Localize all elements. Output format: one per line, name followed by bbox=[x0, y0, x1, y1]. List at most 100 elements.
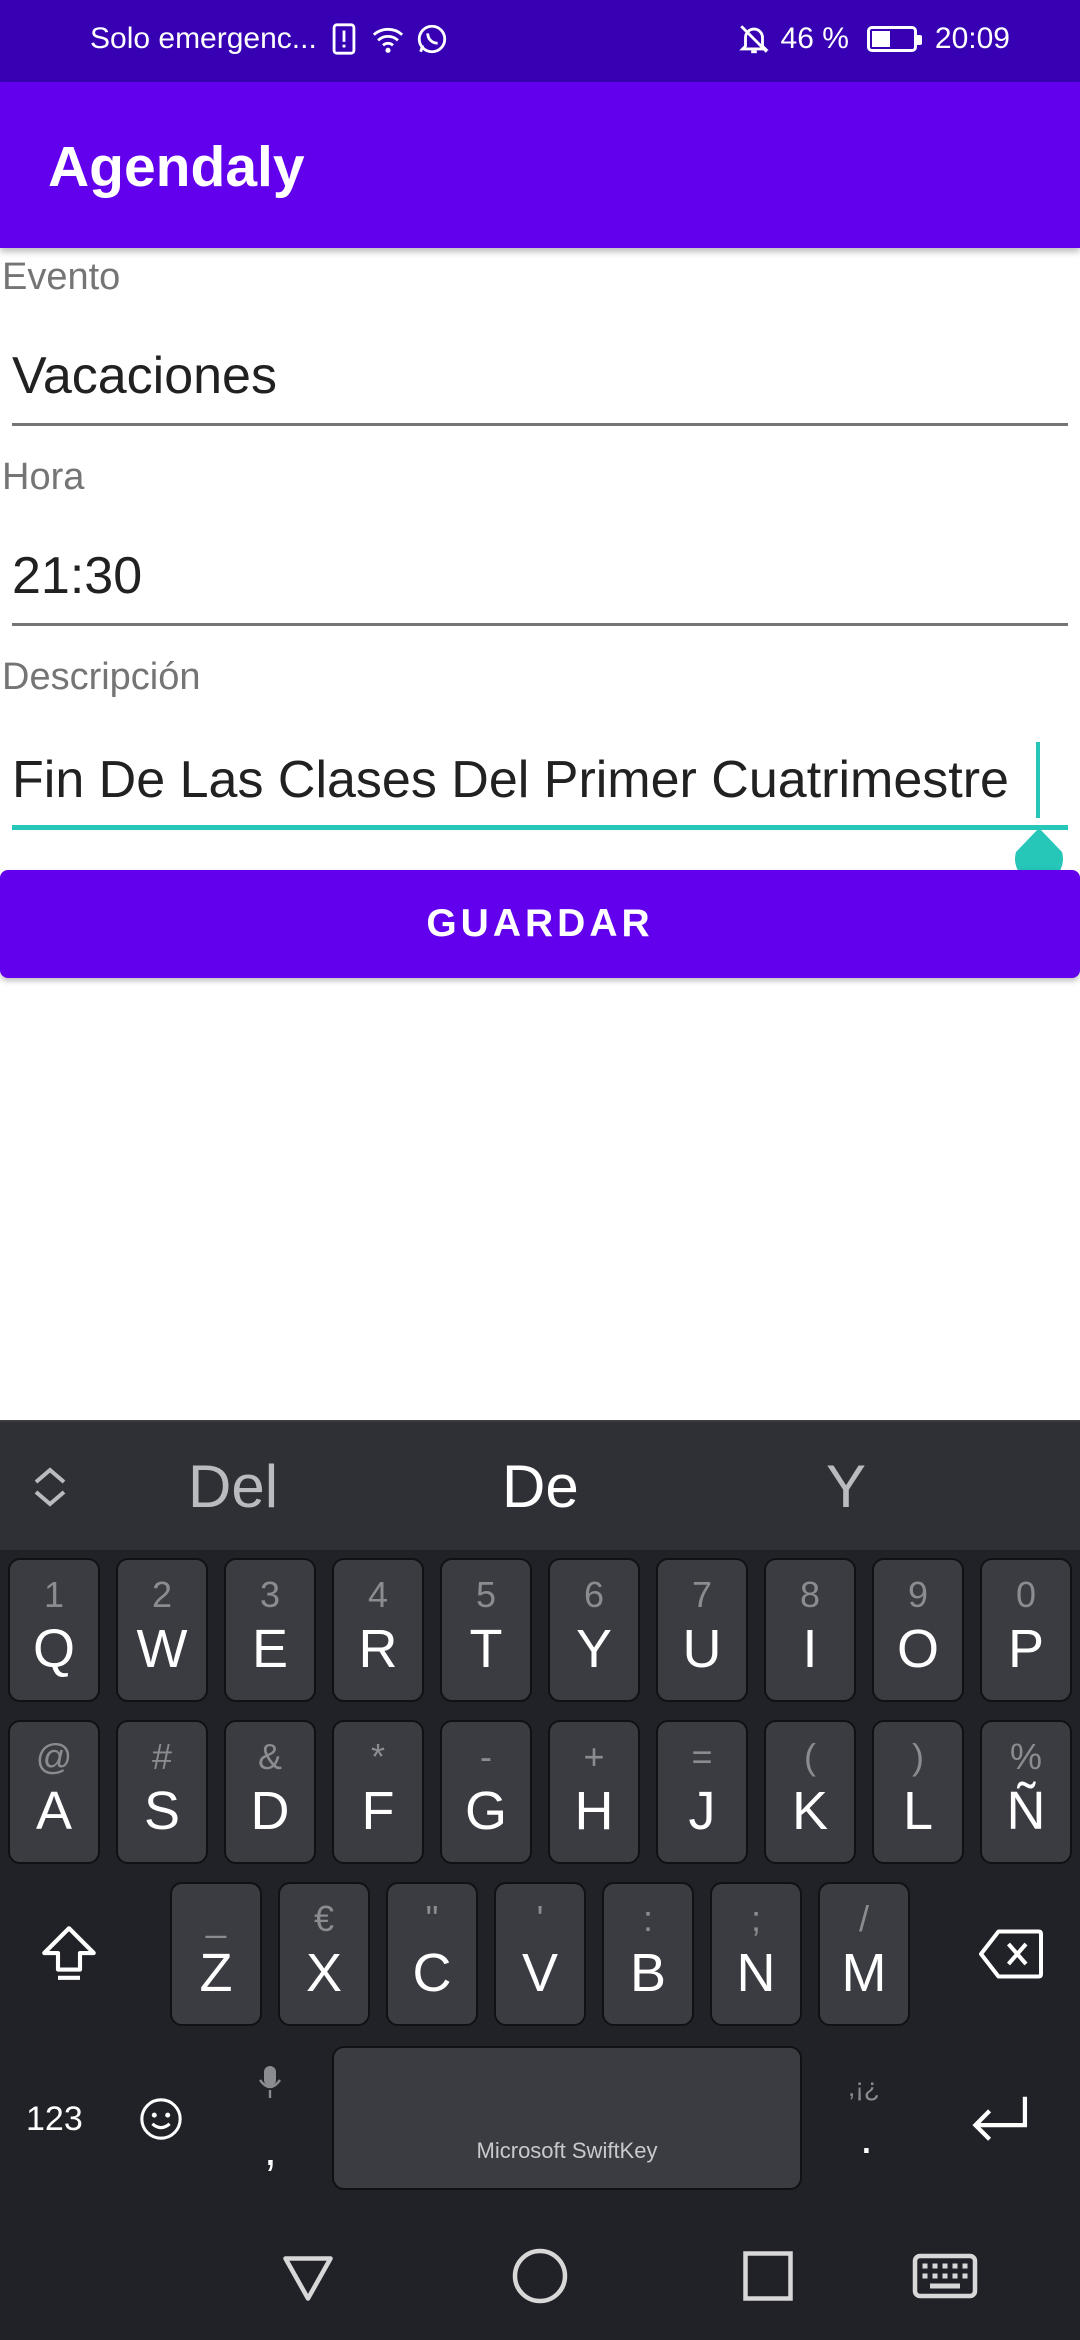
status-bar: Solo emergenc... 46 % 20:09 bbox=[0, 0, 1080, 82]
key-label: A bbox=[35, 1781, 73, 1841]
enter-icon[interactable] bbox=[966, 2092, 1032, 2144]
key-hint: * bbox=[370, 1736, 385, 1777]
mic-icon bbox=[259, 2066, 281, 2098]
key-label: F bbox=[361, 1781, 395, 1841]
key-label: E bbox=[251, 1619, 289, 1679]
key-label: Q bbox=[32, 1619, 75, 1679]
key-label: Ñ bbox=[1006, 1781, 1046, 1841]
keyboard: Del De Y 1Q 2W 3E 4R 5T 6Y 7U 8I 9O 0P @… bbox=[0, 1420, 1080, 2210]
description-value: Fin De Las Clases Del Primer Cuatrimestr… bbox=[12, 751, 1009, 809]
key-hint: 3 bbox=[259, 1574, 281, 1615]
key-hint: 5 bbox=[475, 1574, 497, 1615]
key-hint: " bbox=[425, 1898, 439, 1939]
key-u[interactable]: 7U bbox=[656, 1558, 748, 1702]
key-a[interactable]: @ A bbox=[8, 1720, 100, 1864]
key-y[interactable]: 6Y bbox=[548, 1558, 640, 1702]
key-hint: & bbox=[257, 1736, 282, 1777]
key-label: D bbox=[250, 1781, 290, 1841]
backspace-icon[interactable] bbox=[976, 1926, 1046, 1982]
description-label: Descripción bbox=[2, 656, 201, 698]
key-n[interactable]: ; N bbox=[710, 1882, 802, 2026]
key-b[interactable]: :B bbox=[602, 1882, 694, 2026]
key-f[interactable]: * F bbox=[332, 1720, 424, 1864]
wifi-icon bbox=[372, 27, 403, 53]
key-i[interactable]: 8I bbox=[764, 1558, 856, 1702]
app-bar: Agendaly bbox=[0, 82, 1080, 248]
key-r[interactable]: 4R bbox=[332, 1558, 424, 1702]
event-label: Evento bbox=[2, 256, 121, 298]
key-label: N bbox=[736, 1943, 776, 2003]
key-hint: 0 bbox=[1015, 1574, 1037, 1615]
key-j[interactable]: = J bbox=[656, 1720, 748, 1864]
time-value: 21:30 bbox=[12, 547, 143, 605]
key-v[interactable]: ' V bbox=[494, 1882, 586, 2026]
key-label: I bbox=[802, 1619, 818, 1679]
key-c[interactable]: " C bbox=[386, 1882, 478, 2026]
status-left: Solo emergenc... bbox=[90, 22, 449, 56]
key-label: P bbox=[1007, 1619, 1045, 1679]
key-z[interactable]: _ Z bbox=[170, 1882, 262, 2026]
key-hint: 9 bbox=[907, 1574, 929, 1615]
key-label: K bbox=[791, 1781, 829, 1841]
key-label: U bbox=[682, 1619, 722, 1679]
battery-fill bbox=[871, 31, 890, 47]
description-field[interactable]: Fin De Las Clases Del Primer Cuatrimestr… bbox=[12, 742, 1068, 883]
recents-icon[interactable] bbox=[738, 2246, 798, 2306]
description-underline bbox=[12, 825, 1068, 830]
key-label: X bbox=[305, 1943, 343, 2003]
notifications-off-icon bbox=[738, 25, 769, 54]
key-t[interactable]: 5T bbox=[440, 1558, 532, 1702]
key-hint: ( bbox=[804, 1736, 816, 1777]
key-hint: @ bbox=[35, 1736, 73, 1777]
event-underline bbox=[12, 423, 1068, 426]
key-hint: / bbox=[858, 1898, 869, 1939]
time-underline bbox=[12, 623, 1068, 626]
key-k[interactable]: (K bbox=[764, 1720, 856, 1864]
suggestion-1[interactable]: Del bbox=[188, 1452, 278, 1521]
key-q[interactable]: 1Q bbox=[8, 1558, 100, 1702]
key-l[interactable]: ) L bbox=[872, 1720, 964, 1864]
alert-icon bbox=[332, 23, 356, 55]
key-hint: 1 bbox=[43, 1574, 65, 1615]
key-p[interactable]: 0P bbox=[980, 1558, 1072, 1702]
comma-key[interactable]: , bbox=[264, 2122, 277, 2176]
suggestion-2[interactable]: De bbox=[502, 1452, 579, 1521]
keyboard-icon[interactable] bbox=[912, 2246, 978, 2306]
key-e[interactable]: 3E bbox=[224, 1558, 316, 1702]
key-hint: + bbox=[583, 1736, 605, 1777]
numbers-key[interactable]: 123 bbox=[26, 2100, 83, 2139]
key-label: J bbox=[688, 1781, 716, 1841]
key-hint: 6 bbox=[583, 1574, 605, 1615]
key-w[interactable]: 2W bbox=[116, 1558, 208, 1702]
key-hint: ' bbox=[536, 1898, 544, 1939]
shift-icon[interactable] bbox=[36, 1920, 102, 1986]
key-label: B bbox=[629, 1943, 667, 2003]
time-field[interactable]: 21:30 bbox=[12, 546, 1068, 626]
key-g[interactable]: -G bbox=[440, 1720, 532, 1864]
text-cursor bbox=[1036, 742, 1040, 818]
key-hint: ; bbox=[750, 1898, 761, 1939]
key-hint: _ bbox=[205, 1898, 227, 1939]
space-bar[interactable]: Microsoft SwiftKey bbox=[332, 2046, 802, 2190]
key-hint: % bbox=[1009, 1736, 1042, 1777]
home-icon[interactable] bbox=[510, 2246, 570, 2306]
key-s[interactable]: # S bbox=[116, 1720, 208, 1864]
emoji-icon[interactable] bbox=[138, 2096, 184, 2142]
key-h[interactable]: + H bbox=[548, 1720, 640, 1864]
save-button[interactable]: GUARDAR bbox=[0, 870, 1080, 978]
key-label: C bbox=[412, 1943, 452, 2003]
key-o[interactable]: 9O bbox=[872, 1558, 964, 1702]
key-hint: - bbox=[480, 1736, 492, 1777]
key-x[interactable]: € X bbox=[278, 1882, 370, 2026]
event-field[interactable]: Vacaciones bbox=[12, 346, 1068, 426]
suggestion-3[interactable]: Y bbox=[826, 1452, 866, 1521]
carrier-text: Solo emergenc... bbox=[90, 22, 317, 55]
back-icon[interactable] bbox=[278, 2246, 338, 2306]
key-d[interactable]: & D bbox=[224, 1720, 316, 1864]
key-hint: 8 bbox=[799, 1574, 821, 1615]
expand-toolbar-icon[interactable] bbox=[28, 1462, 72, 1512]
period-key[interactable]: . bbox=[860, 2110, 873, 2164]
battery-icon bbox=[866, 26, 922, 52]
key-m[interactable]: / M bbox=[818, 1882, 910, 2026]
key-enye[interactable]: % Ñ bbox=[980, 1720, 1072, 1864]
